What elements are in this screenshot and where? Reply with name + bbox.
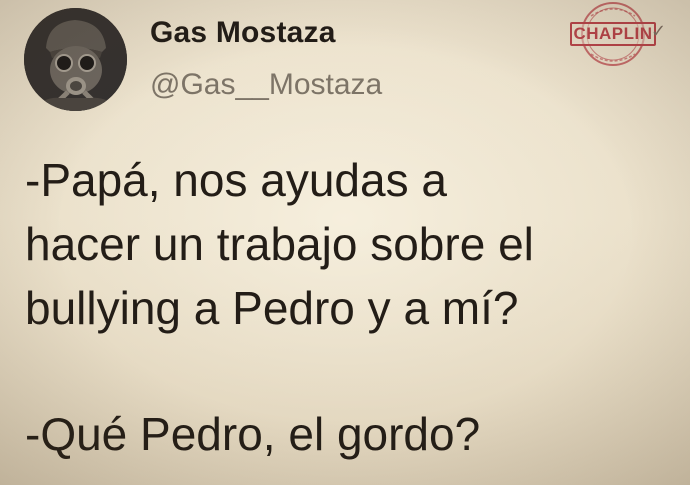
avatar[interactable] (24, 8, 127, 111)
display-name[interactable]: Gas Mostaza (150, 16, 336, 50)
gas-mask-icon (24, 8, 127, 111)
tweet-line: -Qué Pedro, el gordo? (25, 408, 481, 460)
tweet-line: hacer un trabajo sobre el (25, 218, 534, 270)
tweet-line: bullying a Pedro y a mí? (25, 282, 519, 334)
chaplin-stamp: CHAPLIN ✓ (567, 0, 667, 74)
checkmark-icon: ✓ (651, 21, 667, 42)
tweet-line: -Papá, nos ayudas a (25, 154, 447, 206)
user-handle[interactable]: @Gas__Mostaza (150, 68, 382, 102)
stamp-label: CHAPLIN (570, 22, 656, 46)
tweet-text: -Papá, nos ayudas a hacer un trabajo sob… (25, 148, 675, 466)
